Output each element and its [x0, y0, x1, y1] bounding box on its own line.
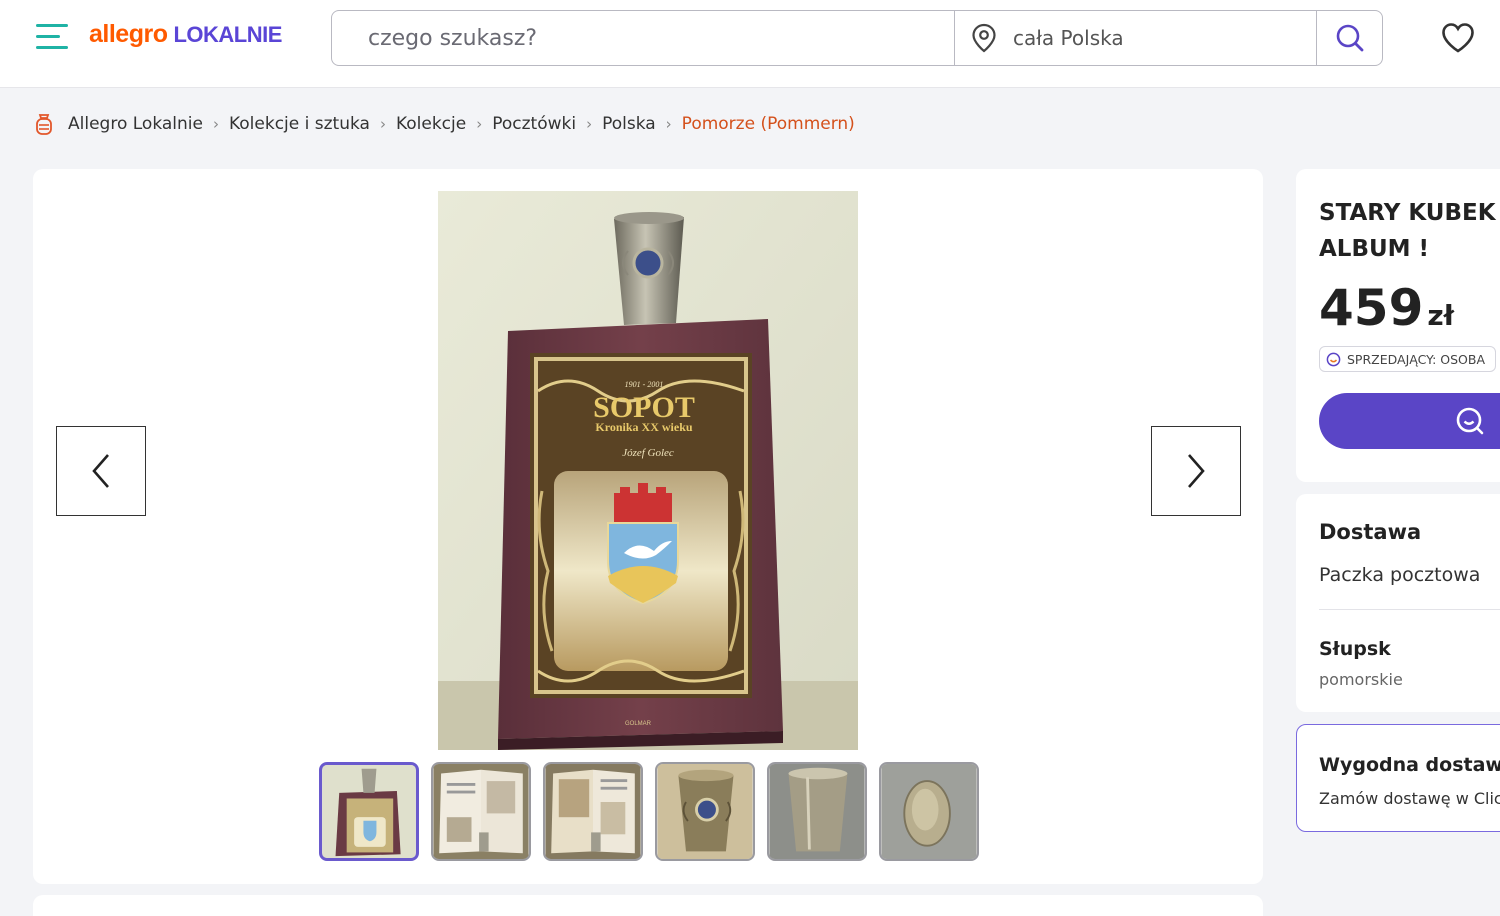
seller-type-badge: SPRZEDAJĄCY: OSOBA: [1319, 346, 1497, 372]
next-image-button[interactable]: [1151, 426, 1241, 516]
search-icon: [1336, 24, 1363, 52]
chevron-right-icon: ›: [379, 115, 386, 133]
convenient-delivery-promo[interactable]: Wygodna dostawa Zamów dostawę w Click: [1296, 724, 1500, 832]
image-gallery: 1901 - 2001 SOPOT Kronika XX wieku Józef…: [33, 169, 1263, 884]
search-input[interactable]: [332, 11, 954, 65]
chevron-right-icon: ›: [212, 115, 219, 133]
top-header: allegroLOKALNIE cała Polska: [0, 0, 1500, 88]
heart-icon[interactable]: [1440, 20, 1476, 56]
delivery-method: Paczka pocztowa: [1319, 564, 1481, 586]
chevron-right-icon: [1188, 454, 1205, 488]
item-location-region: pomorskie: [1319, 670, 1403, 689]
price-amount: 459: [1319, 279, 1424, 337]
thumbnail-cup-side[interactable]: [767, 762, 867, 861]
book-publisher: GOLMAR: [625, 721, 652, 727]
thumbnail-book-with-cup[interactable]: [319, 762, 419, 861]
chat-icon: [1456, 407, 1484, 435]
search-button[interactable]: [1316, 11, 1382, 65]
promo-heading: Wygodna dostawa: [1319, 754, 1500, 776]
message-seller-button[interactable]: [1319, 393, 1500, 449]
breadcrumb-current[interactable]: Pomorze (Pommern): [682, 114, 855, 134]
breadcrumb-item[interactable]: Kolekcje i sztuka: [229, 114, 370, 134]
allegro-lokalnie-logo[interactable]: allegro LOKALNIE: [89, 20, 282, 49]
thumbnail-strip: [319, 762, 979, 861]
chevron-right-icon: ›: [665, 115, 672, 133]
logo-allegro-text: allegro: [89, 20, 168, 48]
seller-type-text: SPRZEDAJĄCY: OSOBA: [1347, 351, 1486, 367]
seller-smile-icon: [1326, 352, 1341, 366]
location-pin-icon: [972, 23, 996, 53]
item-location-city: Słupsk: [1319, 638, 1391, 660]
book-subtitle: Kronika XX wieku: [595, 420, 692, 434]
breadcrumb: Allegro Lokalnie › Kolekcje i sztuka › K…: [34, 112, 855, 136]
offer-summary-card: STARY KUBEK Z ALBUM ! 459zł SPRZEDAJĄCY:…: [1296, 169, 1500, 482]
book-years: 1901 - 2001: [625, 380, 664, 389]
offer-title: STARY KUBEK Z ALBUM !: [1319, 200, 1500, 262]
search-bar: cała Polska: [331, 10, 1383, 66]
breadcrumb-item[interactable]: Polska: [602, 114, 656, 134]
menu-icon[interactable]: [36, 22, 70, 52]
breadcrumb-item[interactable]: Pocztówki: [492, 114, 576, 134]
offer-price: 459 zł: [1319, 279, 1454, 337]
delivery-heading: Dostawa: [1319, 520, 1422, 544]
thumbnail-cup-bottom[interactable]: [879, 762, 979, 861]
thumbnail-open-book-1[interactable]: [431, 762, 531, 861]
logo-lokalnie-text: LOKALNIE: [173, 22, 282, 47]
divider: [1319, 609, 1500, 610]
location-selector[interactable]: cała Polska: [954, 11, 1316, 65]
previous-image-button[interactable]: [56, 426, 146, 516]
delivery-card: Dostawa Paczka pocztowa Słupsk pomorskie: [1296, 494, 1500, 712]
chevron-left-icon: [92, 454, 109, 488]
allegro-lokalnie-home-icon[interactable]: [34, 112, 54, 136]
breadcrumb-item[interactable]: Allegro Lokalnie: [68, 114, 203, 134]
price-currency: zł: [1427, 299, 1455, 332]
promo-text: Zamów dostawę w Click: [1319, 789, 1500, 808]
location-text: cała Polska: [1013, 26, 1124, 50]
book-author: Józef Golec: [622, 447, 674, 459]
thumbnail-cup-emblem[interactable]: [655, 762, 755, 861]
chevron-right-icon: ›: [476, 115, 483, 133]
main-product-image[interactable]: 1901 - 2001 SOPOT Kronika XX wieku Józef…: [438, 191, 858, 750]
chevron-right-icon: ›: [586, 115, 593, 133]
breadcrumb-item[interactable]: Kolekcje: [396, 114, 466, 134]
thumbnail-open-book-2[interactable]: [543, 762, 643, 861]
description-card: [33, 895, 1263, 916]
